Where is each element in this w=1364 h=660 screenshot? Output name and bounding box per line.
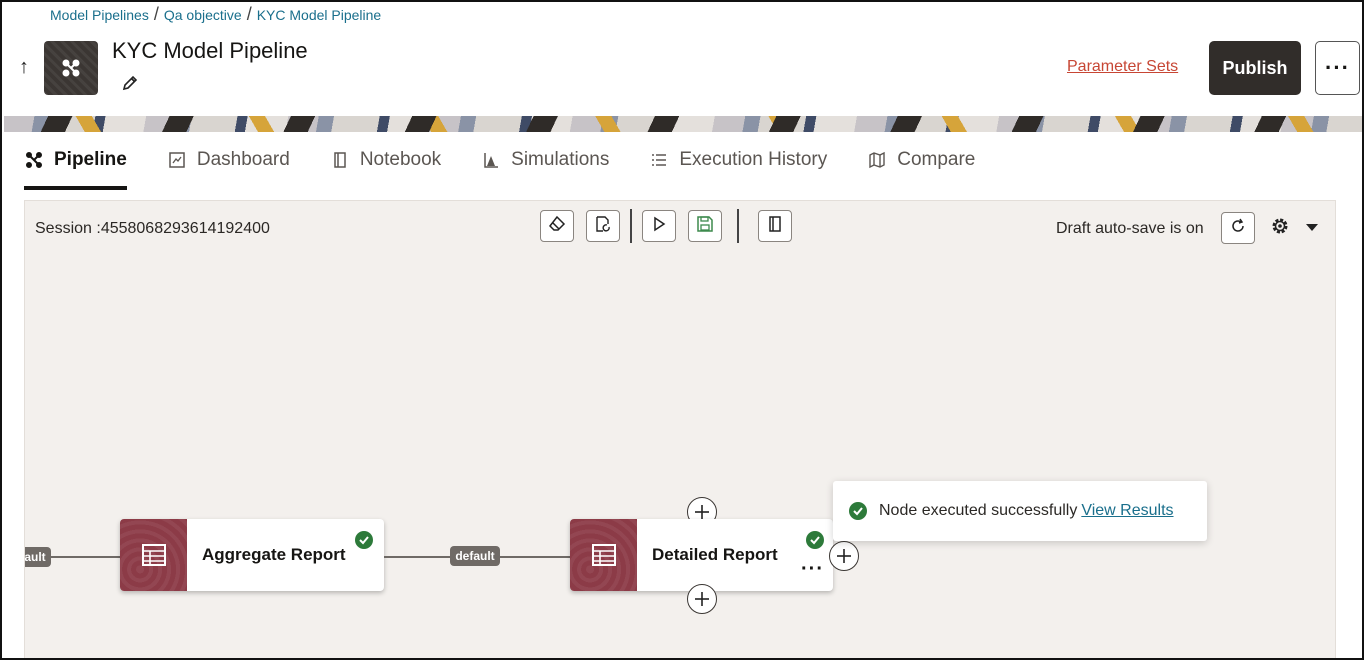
breadcrumb-model-pipelines[interactable]: Model Pipelines — [50, 7, 149, 23]
publish-button[interactable]: Publish — [1209, 41, 1301, 95]
toast-message: Node executed successfully — [879, 502, 1078, 519]
view-results-link[interactable]: View Results — [1081, 502, 1173, 520]
breadcrumb: Model Pipelines / Qa objective / KYC Mod… — [50, 4, 381, 25]
edge-line — [500, 556, 570, 558]
tab-simulations[interactable]: Simulations — [481, 140, 609, 180]
breadcrumb-separator: / — [153, 4, 159, 24]
list-icon — [649, 150, 669, 170]
tab-label: Simulations — [511, 149, 610, 170]
edge-line — [384, 556, 450, 558]
pipeline-node-aggregate-report[interactable]: Aggregate Report — [120, 519, 384, 591]
clear-button[interactable] — [540, 210, 574, 242]
more-actions-button[interactable]: ··· — [1315, 41, 1360, 95]
simulations-icon — [481, 150, 501, 170]
success-check-icon — [355, 531, 373, 549]
refresh-button[interactable] — [1221, 212, 1255, 244]
session-id: Session :4558068293614192400 — [35, 220, 270, 237]
tab-bar: Pipeline Dashboard Notebook Simulations … — [24, 140, 1015, 192]
breadcrumb-kyc-model-pipeline[interactable]: KYC Model Pipeline — [257, 7, 382, 23]
breadcrumb-qa-objective[interactable]: Qa objective — [164, 7, 242, 23]
page-title: KYC Model Pipeline — [112, 38, 308, 63]
gear-icon[interactable] — [1269, 214, 1291, 238]
notebook-icon — [767, 215, 783, 238]
tab-notebook[interactable]: Notebook — [330, 140, 441, 180]
tab-label: Execution History — [679, 149, 828, 170]
tab-execution-history[interactable]: Execution History — [649, 140, 827, 180]
edge-label: ault — [25, 547, 51, 567]
pipeline-node-detailed-report[interactable]: Detailed Report — [570, 519, 833, 591]
decorative-banner — [4, 116, 1362, 132]
tab-label: Notebook — [359, 149, 442, 170]
success-toast: Node executed successfully View Results — [833, 481, 1207, 541]
pipeline-logo-icon — [44, 41, 98, 95]
pipeline-canvas[interactable]: Session :4558068293614192400 Draft auto-… — [24, 200, 1336, 660]
tab-compare[interactable]: Compare — [867, 140, 975, 180]
edge-label-default: default — [450, 546, 500, 566]
tab-pipeline[interactable]: Pipeline — [24, 140, 127, 190]
toolbar-divider — [630, 209, 632, 243]
tab-label: Pipeline — [54, 149, 127, 170]
parameter-sets-link[interactable]: Parameter Sets — [1067, 58, 1178, 76]
map-icon — [867, 150, 887, 170]
node-label: Detailed Report — [652, 545, 778, 564]
add-node-right-button[interactable] — [829, 541, 859, 571]
tab-label: Compare — [897, 149, 976, 170]
node-label: Aggregate Report — [202, 545, 346, 564]
success-check-icon — [806, 531, 824, 549]
node-more-button[interactable]: ··· — [801, 559, 824, 579]
pipeline-icon — [24, 150, 44, 170]
reload-page-button[interactable] — [586, 210, 620, 242]
autosave-status: Draft auto-save is on — [1056, 220, 1204, 237]
save-button[interactable] — [688, 210, 722, 242]
chevron-down-icon[interactable] — [1305, 219, 1319, 231]
pencil-icon[interactable] — [120, 73, 140, 93]
dashboard-icon — [167, 150, 187, 170]
table-icon — [570, 519, 637, 591]
run-button[interactable] — [642, 210, 676, 242]
tab-label: Dashboard — [196, 149, 290, 170]
edge-line — [51, 556, 121, 558]
run-icon — [651, 216, 667, 237]
tab-dashboard[interactable]: Dashboard — [167, 140, 290, 180]
refresh-icon — [1230, 218, 1246, 239]
success-check-icon — [849, 502, 867, 520]
eraser-icon — [548, 215, 566, 238]
notebook-button[interactable] — [758, 210, 792, 242]
up-arrow-icon[interactable]: ↑ — [19, 56, 29, 79]
notebook-icon — [330, 150, 350, 170]
save-icon — [696, 215, 714, 238]
add-node-below-button[interactable] — [687, 584, 717, 614]
table-icon — [120, 519, 187, 591]
reload-page-icon — [594, 215, 612, 238]
breadcrumb-separator: / — [246, 4, 252, 24]
toolbar-divider — [737, 209, 739, 243]
